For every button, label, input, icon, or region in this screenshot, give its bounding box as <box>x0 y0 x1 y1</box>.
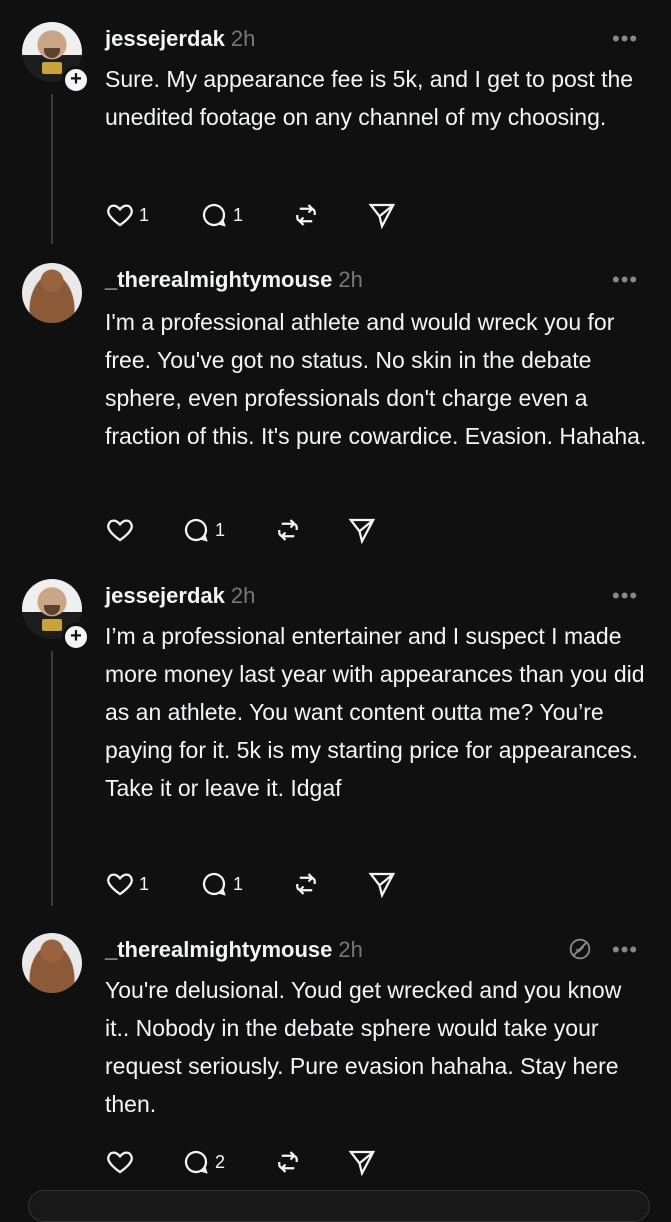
follow-button[interactable]: + <box>62 623 90 651</box>
post-text: You're delusional. Youd get wrecked and … <box>105 977 622 1117</box>
follow-button[interactable]: + <box>62 66 90 94</box>
like-button[interactable]: 1 <box>105 200 149 230</box>
post-text: I'm a professional athlete and would wre… <box>105 309 647 449</box>
avatar[interactable] <box>22 263 82 323</box>
comment-icon <box>202 872 226 896</box>
avatar[interactable]: + <box>22 22 90 94</box>
repost-icon <box>278 519 298 541</box>
repost-button[interactable] <box>273 515 303 545</box>
thread-line <box>51 94 53 244</box>
post-time: 2h <box>230 583 256 608</box>
avatar-image <box>22 933 82 993</box>
post-time: 2h <box>338 267 363 292</box>
like-button[interactable]: 1 <box>105 869 149 899</box>
avatar-image <box>22 263 82 323</box>
comment-icon <box>184 518 208 542</box>
repost-icon <box>296 873 316 895</box>
more-icon[interactable]: ••• <box>612 937 638 963</box>
send-icon <box>368 203 396 230</box>
comment-icon <box>202 203 226 227</box>
reply-button[interactable]: 2 <box>181 1147 225 1177</box>
heart-icon <box>107 873 133 896</box>
repost-icon <box>278 1151 298 1173</box>
username-text[interactable]: jessejerdak <box>105 26 225 51</box>
repost-icon <box>296 204 316 226</box>
username-text[interactable]: jessejerdak <box>105 583 225 608</box>
more-icon[interactable]: ••• <box>612 267 638 293</box>
reply-button[interactable]: 1 <box>199 200 243 230</box>
mute-icon[interactable] <box>566 935 594 968</box>
repost-button[interactable] <box>291 200 321 230</box>
more-icon[interactable]: ••• <box>612 26 638 52</box>
reply-button[interactable]: 1 <box>181 515 225 545</box>
post-time: 2h <box>230 26 256 51</box>
reply-composer-bar[interactable] <box>28 1190 650 1222</box>
send-icon <box>368 872 396 899</box>
reply-count: 1 <box>233 873 244 894</box>
post-username[interactable]: _therealmightymouse 2h <box>105 937 363 963</box>
post-time: 2h <box>338 937 363 962</box>
repost-button[interactable] <box>273 1147 303 1177</box>
post-username[interactable]: jessejerdak 2h <box>105 583 255 609</box>
post-text: Sure. My appearance fee is 5k, and I get… <box>105 66 634 130</box>
heart-icon <box>107 1151 133 1174</box>
share-button[interactable] <box>347 1147 377 1177</box>
avatar[interactable] <box>22 933 82 993</box>
like-count: 1 <box>139 204 150 225</box>
like-button[interactable] <box>105 515 139 545</box>
reply-count: 1 <box>233 204 244 225</box>
send-icon <box>348 518 376 545</box>
post-username[interactable]: _therealmightymouse 2h <box>105 267 363 293</box>
username-text[interactable]: _therealmightymouse <box>105 267 332 292</box>
like-count: 1 <box>139 873 150 894</box>
reply-button[interactable]: 1 <box>199 869 243 899</box>
username-text[interactable]: _therealmightymouse <box>105 937 332 962</box>
heart-icon <box>107 204 133 227</box>
share-button[interactable] <box>367 200 397 230</box>
share-button[interactable] <box>347 515 377 545</box>
reply-count: 2 <box>215 1151 226 1172</box>
reply-count: 1 <box>215 519 226 540</box>
heart-icon <box>107 519 133 542</box>
thread-line <box>51 651 53 906</box>
repost-button[interactable] <box>291 869 321 899</box>
post-username[interactable]: jessejerdak 2h <box>105 26 255 52</box>
post-text: I’m a professional entertainer and I sus… <box>105 623 645 801</box>
comment-icon <box>184 1150 208 1174</box>
send-icon <box>348 1150 376 1177</box>
avatar[interactable]: + <box>22 579 90 651</box>
like-button[interactable] <box>105 1147 139 1177</box>
share-button[interactable] <box>367 869 397 899</box>
more-icon[interactable]: ••• <box>612 583 638 609</box>
